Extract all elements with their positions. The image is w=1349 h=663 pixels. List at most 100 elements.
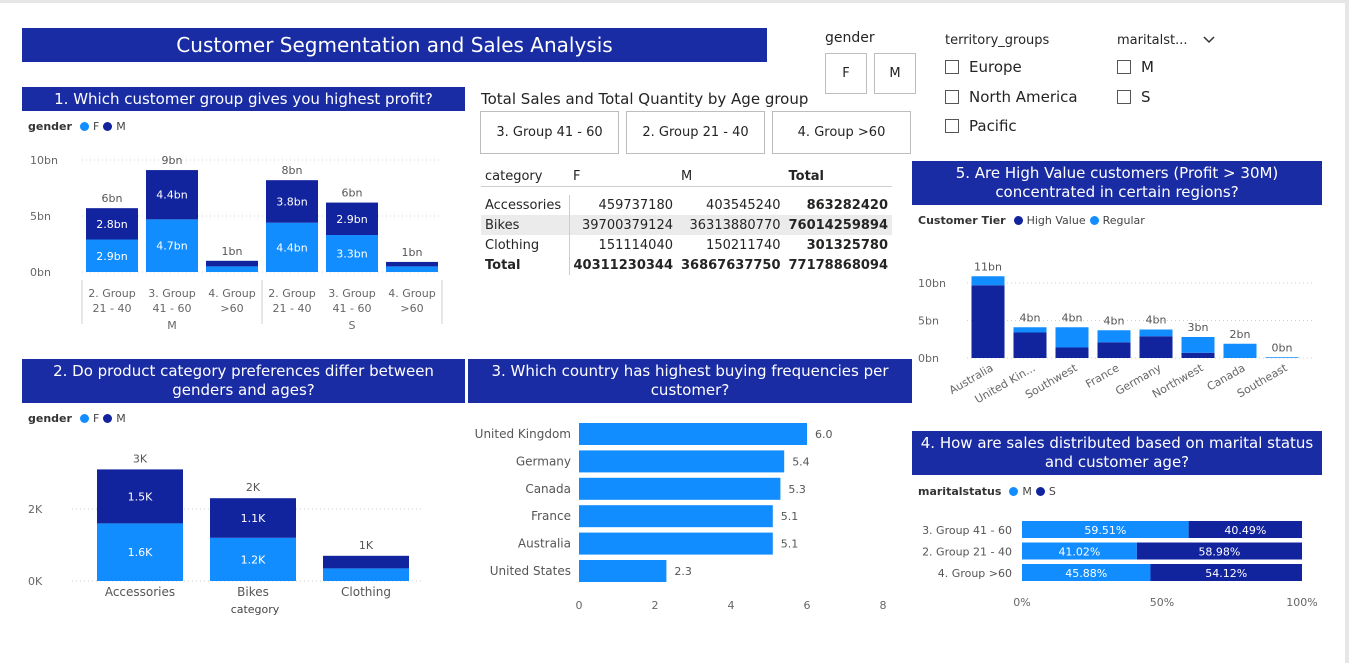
y-tick-label: United Kingdom: [475, 427, 571, 441]
x-tick-label: 2: [652, 599, 659, 612]
bar-segment-high-value: [1097, 342, 1131, 358]
total-label: 3K: [133, 452, 148, 465]
q1-chart: 10bn 5bn 0bn 2.9bn 2.8bn 6bn 2. Group 21 - 40 4.…: [30, 154, 443, 332]
data-label: 4.4bn: [276, 241, 307, 254]
q5-legend: Customer Tier High Value Regular: [918, 214, 1145, 227]
checkbox[interactable]: [945, 60, 959, 74]
territory-slicer-title: territory_groups: [945, 33, 1050, 48]
age-filter-title: Total Sales and Total Quantity by Age gr…: [481, 90, 809, 108]
y-tick-label: Canada: [525, 482, 571, 496]
chevron-down-icon[interactable]: [1202, 35, 1216, 45]
y-tick-label: 5bn: [918, 315, 939, 328]
x-tick-label: Accessories: [105, 585, 175, 599]
matrix-cell: 36867637750: [681, 257, 781, 273]
age-button-60-plus[interactable]: 4. Group >60: [772, 111, 911, 154]
y-tick-label: 3. Group 41 - 60: [922, 524, 1012, 537]
bar-segment-f: [386, 266, 438, 272]
x-tick-label: 41 - 60: [153, 302, 192, 315]
total-label: 4bn: [1020, 311, 1041, 324]
matrix-header: category: [485, 168, 543, 184]
x-tick-label: 0%: [1013, 596, 1030, 609]
territory-option-pacific[interactable]: Pacific: [945, 117, 1017, 135]
x-tick-label: 0: [576, 599, 583, 612]
x-tick-label: 6: [804, 599, 811, 612]
total-label: 3bn: [1188, 321, 1209, 334]
matrix-cell: 150211740: [706, 237, 781, 253]
data-label: 1.2K: [241, 553, 266, 566]
x-tick-label: 2. Group: [88, 287, 135, 300]
matrix-cell: Clothing: [481, 235, 570, 255]
x-tick-label: 50%: [1150, 596, 1174, 609]
data-label: 2.9bn: [96, 250, 127, 263]
matrix-cell: 863282420: [806, 197, 888, 213]
top-border: [0, 0, 1349, 3]
sales-matrix: category F M Total Accessories 459737180…: [481, 166, 892, 275]
matrix-cell: 459737180: [598, 197, 673, 213]
bar-segment-high-value: [971, 285, 1005, 358]
q3-chart: United Kingdom 6.0 Germany 5.4 Canada 5.3 Fran…: [475, 423, 887, 612]
q1-legend: gender F M: [28, 120, 126, 133]
q5-title: 5. Are High Value customers (Profit > 30…: [912, 161, 1322, 205]
age-button-41-60[interactable]: 3. Group 41 - 60: [480, 111, 619, 154]
y-tick-label: France: [531, 509, 571, 523]
x-tick-label: 8: [880, 599, 887, 612]
legend-title: gender: [28, 120, 72, 133]
matrix-cell: 403545240: [706, 197, 781, 213]
matrix-row: Bikes 39700379124 36313880770 7601425989…: [481, 215, 892, 235]
q2-chart: 2K 0K 1.6K 1.5K 3K Accessories 1.2K 1.1K 2K Bikes…: [28, 452, 422, 616]
legend-dot-f: [79, 122, 89, 131]
total-label: 8bn: [282, 164, 303, 177]
legend-title: Customer Tier: [918, 214, 1006, 227]
legend-label-m: M: [116, 412, 126, 425]
option-label: M: [1141, 58, 1154, 76]
bar: [579, 560, 667, 582]
legend-label-regular: Regular: [1102, 214, 1145, 227]
group-label: S: [349, 319, 356, 332]
y-tick-label: 10bn: [30, 154, 58, 167]
data-label: 3.3bn: [336, 248, 367, 261]
matrix-total-row: Total 40311230344 36867637750 7717886809…: [481, 255, 892, 275]
marital-option-m[interactable]: M: [1117, 58, 1154, 76]
data-label: 4.7bn: [156, 240, 187, 253]
gender-f-button[interactable]: F: [825, 53, 867, 94]
total-label: 2K: [246, 481, 261, 494]
bar-segment-regular: [1265, 357, 1299, 358]
matrix-cell: Accessories: [481, 195, 570, 215]
total-label: 6bn: [102, 192, 123, 205]
q4-title: 4. How are sales distributed based on ma…: [912, 431, 1322, 475]
y-tick-label: 0bn: [30, 266, 51, 279]
y-tick-label: Germany: [516, 454, 571, 468]
legend-label-m: M: [116, 120, 126, 133]
data-label: 2.8bn: [96, 218, 127, 231]
checkbox[interactable]: [1117, 90, 1131, 104]
checkbox[interactable]: [945, 119, 959, 133]
bar-segment-high-value: [1013, 332, 1047, 358]
legend-dot-s: [1035, 487, 1045, 496]
bar-segment-high-value: [1181, 352, 1215, 358]
bar: [579, 505, 773, 528]
q2-legend: gender F M: [28, 412, 126, 425]
legend-dot-regular: [1089, 216, 1099, 225]
territory-option-europe[interactable]: Europe: [945, 58, 1022, 76]
bar-segment-f: [323, 568, 409, 581]
matrix-cell: 151114040: [598, 237, 673, 253]
y-tick-label: United States: [490, 564, 571, 578]
bar-segment-regular: [1055, 327, 1089, 348]
gender-m-button[interactable]: M: [874, 53, 916, 94]
checkbox[interactable]: [945, 90, 959, 104]
bar: [579, 532, 773, 555]
marital-option-s[interactable]: S: [1117, 88, 1151, 106]
bar: [579, 477, 781, 500]
total-label: 0bn: [1272, 341, 1293, 354]
x-tick-label: Bikes: [237, 585, 269, 599]
legend-label-f: F: [92, 412, 100, 425]
age-button-21-40[interactable]: 2. Group 21 - 40: [626, 111, 765, 154]
territory-option-north-america[interactable]: North America: [945, 88, 1078, 106]
x-tick-label: >60: [400, 302, 423, 315]
y-tick-label: 0bn: [918, 352, 939, 365]
checkbox[interactable]: [1117, 60, 1131, 74]
matrix-cell: 77178868094: [788, 257, 889, 273]
data-label: 1.6K: [128, 546, 153, 559]
legend-dot-high-value: [1013, 216, 1023, 225]
gender-slicer-title: gender: [825, 30, 875, 46]
